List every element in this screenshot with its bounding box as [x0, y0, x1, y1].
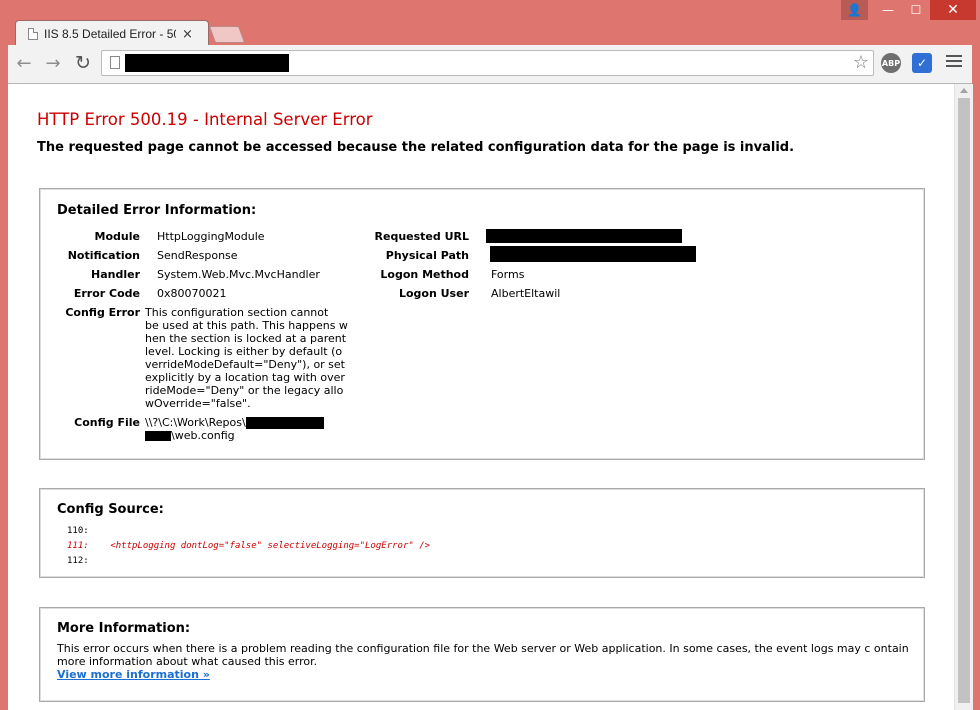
- more-info-box: More Information: This error occurs when…: [39, 607, 925, 702]
- detail-value: SendResponse: [157, 249, 238, 262]
- detail-key: Error Code: [73, 287, 140, 300]
- page-icon: [110, 56, 120, 69]
- tab-title: IIS 8.5 Detailed Error - 500.: [44, 27, 176, 41]
- vertical-scrollbar[interactable]: [954, 84, 973, 710]
- detail-value: AlbertEltawil: [491, 287, 561, 300]
- view-more-info-link[interactable]: View more information »: [57, 668, 210, 681]
- error-subtitle: The requested page cannot be accessed be…: [37, 140, 795, 155]
- config-file-suffix: \web.config: [171, 429, 235, 442]
- detail-key: Requested URL: [374, 230, 469, 243]
- redacted-block: [245, 417, 324, 429]
- config-source-heading: Config Source:: [57, 502, 164, 517]
- config-source-box: Config Source: 110: 111: <httpLogging do…: [39, 488, 925, 578]
- detail-key: Handler: [91, 268, 140, 281]
- detail-key: Config Error: [65, 306, 140, 319]
- code-line: 110:: [67, 526, 89, 536]
- redacted-block: [145, 431, 171, 441]
- checkmark-extension-icon[interactable]: ✓: [912, 53, 932, 73]
- error-title: HTTP Error 500.19 - Internal Server Erro…: [37, 110, 373, 129]
- code-line-highlighted: 111: <httpLogging dontLog="false" select…: [67, 541, 431, 551]
- detail-key: Logon Method: [380, 268, 469, 281]
- config-error-text: This configuration section cannot be use…: [145, 306, 348, 410]
- requested-url-redacted: [486, 229, 682, 243]
- adblock-extension-icon[interactable]: ABP: [881, 53, 901, 73]
- tab-close-icon[interactable]: ×: [182, 27, 193, 42]
- more-info-heading: More Information:: [57, 621, 191, 636]
- forward-button[interactable]: →: [42, 52, 64, 74]
- bookmark-star-icon[interactable]: ☆: [853, 52, 869, 73]
- detail-value: Forms: [491, 268, 525, 281]
- page-favicon-icon: [28, 28, 38, 40]
- new-tab-button[interactable]: [208, 26, 246, 43]
- page-content: HTTP Error 500.19 - Internal Server Erro…: [8, 84, 954, 710]
- detailed-error-box: Detailed Error Information: Module HttpL…: [39, 188, 925, 460]
- detail-value: HttpLoggingModule: [157, 230, 265, 243]
- detail-key: Logon User: [398, 287, 469, 300]
- detail-key: Notification: [67, 249, 140, 262]
- config-file-path: \\?\C:\Work\Repos\ \web.config: [145, 416, 365, 442]
- more-info-text: This error occurs when there is a proble…: [57, 642, 909, 668]
- tab-strip: IIS 8.5 Detailed Error - 500. ×: [0, 17, 980, 47]
- browser-window: 👤 — ☐ ✕ IIS 8.5 Detailed Error - 500. × …: [0, 0, 980, 710]
- detailed-error-heading: Detailed Error Information:: [57, 203, 257, 218]
- tab-active[interactable]: IIS 8.5 Detailed Error - 500. ×: [15, 20, 209, 47]
- code-line: 112:: [67, 556, 89, 566]
- config-file-prefix: \\?\C:\Work\Repos\: [145, 416, 246, 429]
- detail-key: Config File: [74, 416, 140, 429]
- address-bar[interactable]: ☆: [101, 50, 874, 76]
- back-button[interactable]: ←: [13, 52, 35, 74]
- browser-toolbar: ← → ↻ ☆ ABP ✓: [8, 45, 972, 84]
- detail-value: 0x80070021: [157, 287, 227, 300]
- detail-key: Module: [94, 230, 140, 243]
- scroll-up-arrow-icon[interactable]: [960, 88, 968, 93]
- scrollbar-thumb[interactable]: [958, 98, 970, 703]
- browser-menu-icon[interactable]: [946, 53, 962, 69]
- detail-value: System.Web.Mvc.MvcHandler: [157, 268, 320, 281]
- detail-key: Physical Path: [385, 249, 469, 262]
- url-redacted: [125, 54, 289, 72]
- physical-path-redacted: [490, 246, 696, 262]
- reload-button[interactable]: ↻: [72, 52, 94, 74]
